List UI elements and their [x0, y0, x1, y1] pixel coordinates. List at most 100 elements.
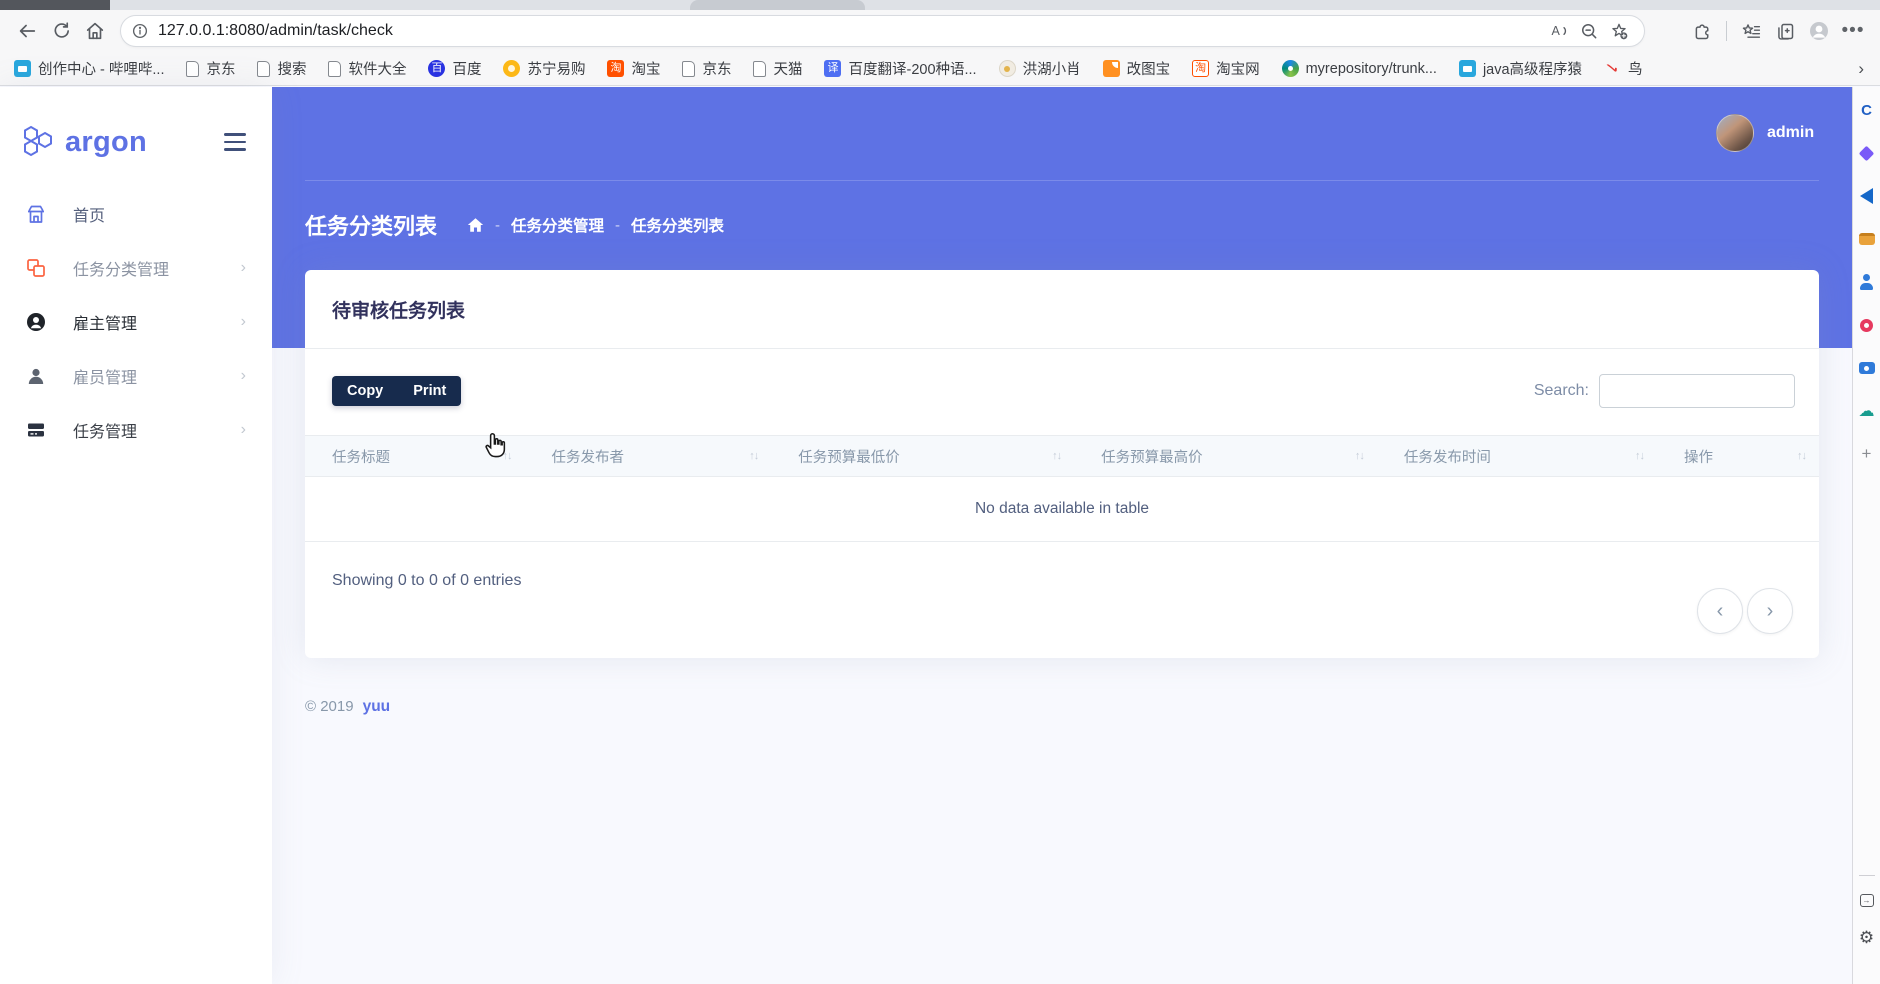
table-header-row: 任务标题 ↑↓ 任务发布者 ↑↓ 任务预算最低价 ↑↓ 任务预算最高价 ↑↓ 任务发布时… — [305, 435, 1819, 477]
sort-icon[interactable]: ↑↓ — [1052, 450, 1062, 462]
sidebar-item-employee[interactable]: 雇员管理 › — [0, 349, 272, 403]
cloud-tool-icon[interactable] — [1858, 402, 1876, 420]
add-tool-icon[interactable] — [1858, 445, 1876, 463]
card-header: 待审核任务列表 — [305, 270, 1819, 349]
sidebar-item-employer[interactable]: 雇主管理 › — [0, 295, 272, 349]
breadcrumb-link[interactable]: 任务分类管理 — [511, 214, 604, 236]
site-info-icon[interactable] — [131, 22, 149, 40]
table-search: Search: — [1534, 374, 1795, 408]
bookmark-item[interactable]: 京东 — [186, 58, 235, 79]
bookmark-item[interactable]: 软件大全 — [328, 58, 406, 79]
bookmarks-bar: 创作中心 - 哔哩哔... 京东 搜索 软件大全 百度 苏宁易购 淘宝 京东 天… — [0, 52, 1880, 86]
bookmark-item[interactable]: myrepository/trunk... — [1281, 60, 1437, 77]
avatar[interactable] — [1716, 114, 1754, 152]
bookmark-item[interactable]: 改图宝 — [1102, 58, 1170, 79]
home-button[interactable] — [78, 14, 112, 48]
person-tool-icon[interactable] — [1858, 273, 1876, 291]
bookmarks-overflow-chevron[interactable]: › — [1858, 59, 1866, 79]
read-aloud-icon: A — [1552, 24, 1567, 38]
breadcrumb-home-icon[interactable] — [467, 217, 484, 233]
bookmark-item[interactable]: 百度 — [428, 58, 481, 79]
bookmark-item[interactable]: 淘宝 — [607, 58, 660, 79]
red-bird-icon — [1604, 60, 1621, 77]
address-bar[interactable]: 127.0.0.1:8080/admin/task/check A — [120, 15, 1645, 47]
column-header-max-budget[interactable]: 任务预算最高价 ↑↓ — [1074, 435, 1377, 477]
empty-message: No data available in table — [305, 476, 1819, 542]
back-button[interactable] — [10, 14, 44, 48]
argon-logo-icon — [24, 125, 52, 157]
sidebar-item-task[interactable]: 任务管理 › — [0, 403, 272, 457]
zoom-out-icon — [1582, 24, 1597, 39]
tab-strip-tab-segment — [690, 0, 865, 10]
repo-swirl-icon — [1281, 60, 1299, 77]
chevron-right-icon: › — [240, 259, 246, 276]
bookmark-item[interactable]: 百度翻译-200种语... — [824, 58, 977, 79]
pagination-prev-button[interactable]: ‹ — [1697, 588, 1743, 634]
bookmark-item[interactable]: 天猫 — [753, 58, 802, 79]
toolbox-icon[interactable] — [1858, 230, 1876, 248]
favorites-button[interactable] — [1734, 14, 1768, 48]
add-favorite-button[interactable] — [1604, 16, 1634, 46]
page-header: 任务分类列表 - 任务分类管理 - 任务分类列表 — [305, 209, 724, 241]
collections-button[interactable] — [1768, 14, 1802, 48]
star-tool-icon[interactable] — [1858, 144, 1876, 162]
sort-icon[interactable]: ↑↓ — [1797, 450, 1807, 462]
footer-brand-link[interactable]: yuu — [363, 698, 391, 716]
bookmark-item[interactable]: 苏宁易购 — [503, 58, 585, 79]
search-input[interactable] — [1599, 374, 1795, 408]
sidebar-item-home[interactable]: 首页 — [0, 187, 272, 241]
pagination-next-button[interactable]: › — [1747, 588, 1793, 634]
sort-icon[interactable]: ↑↓ — [503, 450, 513, 462]
sort-icon[interactable]: ↑↓ — [749, 450, 759, 462]
panel-divider — [1858, 875, 1875, 876]
print-button[interactable]: Print — [398, 376, 461, 406]
bookmark-item[interactable]: 创作中心 - 哔哩哔... — [14, 58, 164, 79]
ellipsis-icon: ••• — [1841, 20, 1865, 41]
argon-logo-text[interactable]: argon — [65, 126, 147, 159]
taobao-icon — [607, 60, 625, 77]
browser-profile-button[interactable] — [1802, 14, 1836, 48]
gaitubao-icon — [1102, 60, 1120, 77]
bookmark-item[interactable]: 洪湖小肖 — [998, 58, 1081, 79]
column-header-publisher[interactable]: 任务发布者 ↑↓ — [524, 435, 772, 477]
svg-text:A: A — [1552, 24, 1561, 38]
sidebar-item-task-category[interactable]: 任务分类管理 › — [0, 241, 272, 295]
user-menu[interactable]: admin — [1716, 114, 1814, 152]
column-header-min-budget[interactable]: 任务预算最低价 ↑↓ — [771, 435, 1075, 477]
blue-shape-tool-icon[interactable] — [1858, 187, 1876, 205]
page-icon — [186, 60, 200, 77]
tab-strip-dark-segment — [0, 0, 110, 10]
copilot-icon[interactable] — [1858, 101, 1876, 119]
column-header-actions[interactable]: 操作 ↑↓ — [1656, 435, 1819, 477]
open-panel-icon[interactable] — [1859, 894, 1874, 907]
column-header-publish-time[interactable]: 任务发布时间 ↑↓ — [1376, 435, 1657, 477]
copy-button[interactable]: Copy — [332, 376, 398, 406]
bookmark-item[interactable]: 淘宝网 — [1192, 58, 1260, 79]
bookmark-item[interactable]: 鸟 — [1604, 58, 1643, 79]
sort-icon[interactable]: ↑↓ — [1355, 450, 1365, 462]
bookmark-item[interactable]: java高级程序猿 — [1458, 58, 1582, 79]
sidebar-toggle-button[interactable] — [224, 133, 246, 151]
ring-tool-icon[interactable] — [1858, 316, 1876, 334]
bookmark-item[interactable]: 京东 — [682, 58, 731, 79]
read-aloud-button[interactable]: A — [1544, 16, 1574, 46]
camera-tool-icon[interactable] — [1858, 359, 1876, 377]
suning-lion-icon — [503, 60, 521, 77]
page-icon — [682, 60, 696, 77]
breadcrumb-current: 任务分类列表 — [631, 218, 725, 235]
bookmark-item[interactable]: 搜索 — [257, 58, 306, 79]
sidebar-logo-row: argon — [0, 87, 272, 187]
url-text[interactable]: 127.0.0.1:8080/admin/task/check — [158, 22, 1544, 40]
settings-gear-icon[interactable] — [1858, 929, 1876, 947]
extensions-puzzle-icon — [1695, 23, 1708, 39]
page-content: argon 首页 任务分类管理 › 雇主管理 › 雇员管理 › 任务管理 › a… — [0, 87, 1880, 984]
sort-icon[interactable]: ↑↓ — [1635, 450, 1645, 462]
favorites-star-list-icon — [1742, 23, 1760, 38]
page-icon — [257, 60, 271, 77]
breadcrumb-separator: - — [615, 216, 621, 234]
zoom-out-button[interactable] — [1574, 16, 1604, 46]
column-header-title[interactable]: 任务标题 ↑↓ — [305, 435, 525, 477]
refresh-button[interactable] — [44, 14, 78, 48]
browser-menu-button[interactable]: ••• — [1836, 14, 1870, 48]
extensions-button[interactable] — [1685, 14, 1719, 48]
